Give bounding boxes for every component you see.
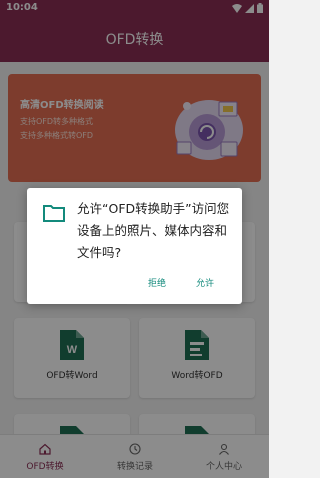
permission-message: 允许“OFD转换助手”访问您设备上的照片、媒体内容和文件吗? [77, 201, 230, 260]
deny-button[interactable]: 拒绝 [148, 276, 166, 289]
allow-button[interactable]: 允许 [196, 276, 214, 289]
folder-icon [43, 205, 65, 222]
permission-dialog: 允许“OFD转换助手”访问您设备上的照片、媒体内容和文件吗? 拒绝 允许 [27, 188, 242, 304]
